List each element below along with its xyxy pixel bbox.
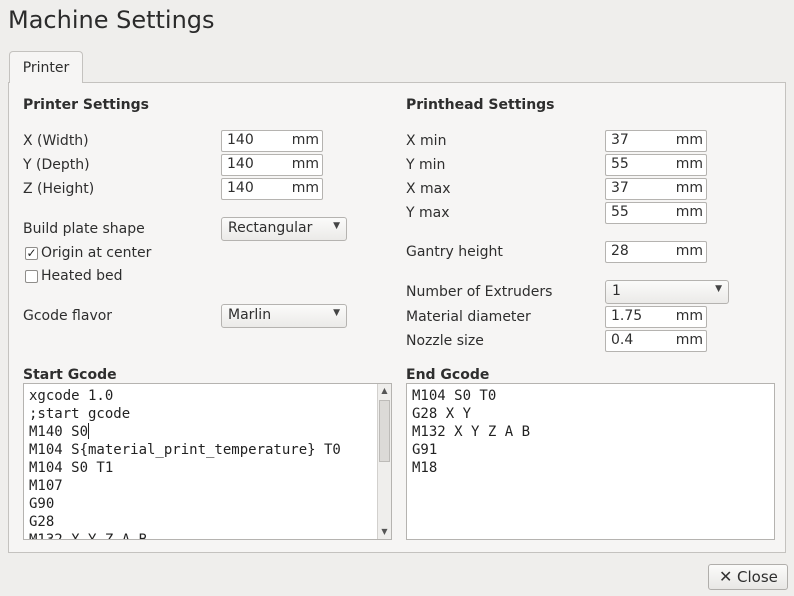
y-min-unit: mm bbox=[675, 156, 703, 172]
y-max-unit: mm bbox=[675, 204, 703, 220]
x-min-field[interactable]: 37 mm bbox=[605, 130, 707, 152]
code-line: M18 bbox=[412, 460, 438, 476]
number-of-extruders-value: 1 bbox=[612, 283, 621, 299]
nozzle-size-field[interactable]: 0.4 mm bbox=[605, 330, 707, 352]
y-max-field[interactable]: 55 mm bbox=[605, 202, 707, 224]
y-depth-field[interactable]: 140 mm bbox=[221, 154, 323, 176]
x-max-label: X max bbox=[406, 181, 451, 197]
y-depth-label: Y (Depth) bbox=[23, 157, 90, 173]
gantry-height-unit: mm bbox=[675, 243, 703, 259]
gcode-flavor-value: Marlin bbox=[228, 307, 272, 323]
material-diameter-label: Material diameter bbox=[406, 309, 531, 325]
end-gcode-heading: End Gcode bbox=[406, 367, 490, 383]
text-cursor bbox=[88, 423, 90, 439]
y-min-label: Y min bbox=[406, 157, 446, 173]
scrollbar-thumb[interactable] bbox=[379, 400, 390, 462]
nozzle-size-label: Nozzle size bbox=[406, 333, 484, 349]
build-plate-shape-value: Rectangular bbox=[228, 220, 313, 236]
x-width-label: X (Width) bbox=[23, 133, 89, 149]
start-gcode-heading: Start Gcode bbox=[23, 367, 117, 383]
x-min-value: 37 bbox=[611, 132, 629, 148]
y-min-field[interactable]: 55 mm bbox=[605, 154, 707, 176]
window-title: Machine Settings bbox=[8, 6, 215, 34]
material-diameter-unit: mm bbox=[675, 308, 703, 324]
close-button-label: Close bbox=[737, 568, 778, 586]
tab-printer[interactable]: Printer bbox=[9, 51, 83, 83]
heated-bed-checkbox[interactable] bbox=[25, 270, 38, 283]
material-diameter-field[interactable]: 1.75 mm bbox=[605, 306, 707, 328]
number-of-extruders-select[interactable]: 1 ▼ bbox=[605, 280, 729, 304]
x-min-unit: mm bbox=[675, 132, 703, 148]
z-height-unit: mm bbox=[291, 180, 319, 196]
z-height-field[interactable]: 140 mm bbox=[221, 178, 323, 200]
start-gcode-scrollbar[interactable]: ▲ ▼ bbox=[377, 384, 391, 539]
build-plate-shape-label: Build plate shape bbox=[23, 221, 145, 237]
code-line: M107 bbox=[29, 478, 63, 494]
scroll-up-icon[interactable]: ▲ bbox=[378, 384, 391, 398]
code-line: M132 X Y Z A B bbox=[412, 424, 531, 440]
x-width-field[interactable]: 140 mm bbox=[221, 130, 323, 152]
nozzle-size-value: 0.4 bbox=[611, 332, 634, 348]
code-line: M104 S0 T0 bbox=[412, 388, 497, 404]
x-max-unit: mm bbox=[675, 180, 703, 196]
printer-settings-heading: Printer Settings bbox=[23, 97, 149, 113]
number-of-extruders-label: Number of Extruders bbox=[406, 284, 553, 300]
code-line: G90 bbox=[29, 496, 55, 512]
close-icon: ✕ bbox=[719, 567, 733, 586]
code-line: xgcode 1.0 bbox=[29, 388, 114, 404]
x-max-field[interactable]: 37 mm bbox=[605, 178, 707, 200]
chevron-down-icon: ▼ bbox=[333, 221, 340, 231]
tab-panel-printer: Printer Settings X (Width) 140 mm Y (Dep… bbox=[8, 82, 786, 553]
code-line: ;start gcode bbox=[29, 406, 131, 422]
z-height-label: Z (Height) bbox=[23, 181, 95, 197]
code-line: G91 bbox=[412, 442, 438, 458]
chevron-down-icon: ▼ bbox=[333, 308, 340, 318]
code-line: M104 S{material_print_temperature} T0 bbox=[29, 442, 341, 458]
y-depth-unit: mm bbox=[291, 156, 319, 172]
build-plate-shape-select[interactable]: Rectangular ▼ bbox=[221, 217, 347, 241]
gcode-flavor-label: Gcode flavor bbox=[23, 308, 113, 324]
start-gcode-editor[interactable]: xgcode 1.0 ;start gcode M140 S0 M104 S{m… bbox=[23, 383, 392, 540]
y-depth-value: 140 bbox=[227, 156, 254, 172]
material-diameter-value: 1.75 bbox=[611, 308, 643, 324]
z-height-value: 140 bbox=[227, 180, 254, 196]
origin-at-center-checkbox[interactable]: ✓ bbox=[25, 247, 38, 260]
printhead-settings-heading: Printhead Settings bbox=[406, 97, 555, 113]
gcode-flavor-select[interactable]: Marlin ▼ bbox=[221, 304, 347, 328]
code-line: M140 S0 bbox=[29, 424, 89, 440]
x-min-label: X min bbox=[406, 133, 447, 149]
x-width-unit: mm bbox=[291, 132, 319, 148]
y-min-value: 55 bbox=[611, 156, 629, 172]
chevron-down-icon: ▼ bbox=[715, 284, 722, 294]
gantry-height-field[interactable]: 28 mm bbox=[605, 241, 707, 263]
gantry-height-label: Gantry height bbox=[406, 244, 503, 260]
code-line: M104 S0 T1 bbox=[29, 460, 114, 476]
code-line: G28 X Y bbox=[412, 406, 472, 422]
close-button[interactable]: ✕ Close bbox=[708, 564, 788, 590]
x-width-value: 140 bbox=[227, 132, 254, 148]
code-line: M132 X Y Z A B bbox=[29, 532, 148, 540]
heated-bed-label: Heated bed bbox=[41, 268, 123, 284]
end-gcode-editor[interactable]: M104 S0 T0 G28 X Y M132 X Y Z A B G91 M1… bbox=[406, 383, 775, 540]
scroll-down-icon[interactable]: ▼ bbox=[378, 525, 391, 539]
x-max-value: 37 bbox=[611, 180, 629, 196]
y-max-value: 55 bbox=[611, 204, 629, 220]
code-line: G28 bbox=[29, 514, 55, 530]
y-max-label: Y max bbox=[406, 205, 450, 221]
nozzle-size-unit: mm bbox=[675, 332, 703, 348]
gantry-height-value: 28 bbox=[611, 243, 629, 259]
origin-at-center-label: Origin at center bbox=[41, 245, 152, 261]
